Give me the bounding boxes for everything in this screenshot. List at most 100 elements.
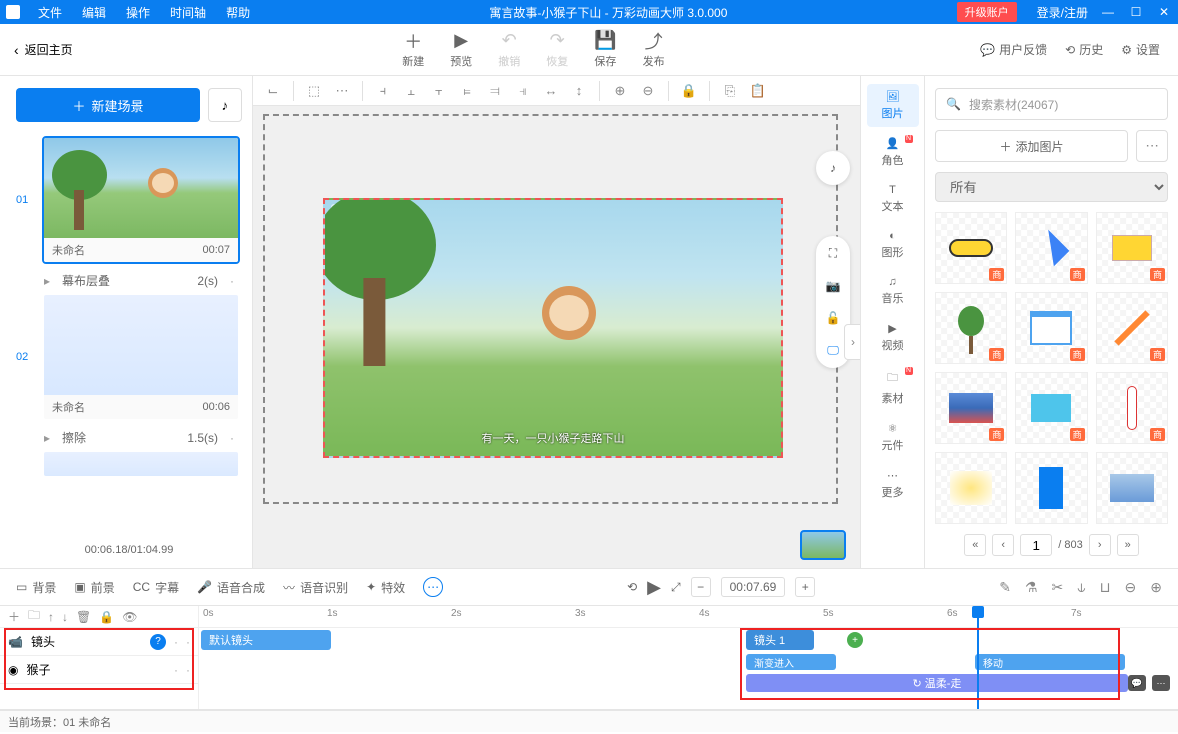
tab-component[interactable]: ⚛元件 (867, 416, 919, 459)
rewind-icon[interactable]: ⟲ (627, 580, 637, 594)
canvas-minimap[interactable] (800, 530, 846, 560)
magnet-icon[interactable]: ⊔ (1100, 579, 1111, 596)
lock-icon[interactable]: 🔒 (99, 610, 114, 624)
collapse-panel-button[interactable]: › (844, 324, 860, 360)
minimize-button[interactable]: — (1100, 4, 1116, 20)
timeline-playhead[interactable] (977, 606, 979, 709)
lock-icon[interactable]: 🔒 (677, 79, 701, 103)
tt-asr[interactable]: 〰语音识别 (283, 579, 348, 596)
scene-thumbnail-3[interactable] (42, 450, 240, 478)
preview-action[interactable]: ▶预览 (450, 31, 472, 69)
asset-item[interactable]: 商 (1096, 372, 1168, 444)
page-first-button[interactable]: « (964, 534, 986, 556)
page-prev-button[interactable]: ‹ (992, 534, 1014, 556)
menu-timeline[interactable]: 时间轴 (160, 4, 216, 21)
transition-1[interactable]: ▸幕布层叠2(s)· (16, 268, 242, 293)
timeline-canvas[interactable]: 0s 1s 2s 3s 4s 5s 6s 7s 默认镜头 镜头 1 + 渐变进入… (198, 606, 1178, 709)
canvas-stage-inner[interactable]: 有一天，一只小猴子走路下山 (323, 198, 783, 458)
close-button[interactable]: ✕ (1156, 4, 1172, 20)
asset-item[interactable] (935, 452, 1007, 524)
asset-search[interactable]: 🔍搜索素材(24067) (935, 88, 1168, 120)
tab-character[interactable]: 👤角色N (867, 131, 919, 174)
menu-file[interactable]: 文件 (28, 4, 72, 21)
cut-icon[interactable]: ✂ (1052, 579, 1064, 596)
add-keyframe-button[interactable]: + (847, 632, 863, 648)
tt-foreground[interactable]: ▣前景 (74, 579, 114, 596)
segment-fade-in[interactable]: 渐变进入 (746, 654, 836, 670)
track-camera[interactable]: 📹 镜头 ? ·· (0, 628, 198, 656)
asset-item[interactable]: 商 (1096, 292, 1168, 364)
add-track-icon[interactable]: ＋ (8, 608, 20, 625)
publish-action[interactable]: ⤴发布 (643, 31, 665, 69)
page-last-button[interactable]: » (1117, 534, 1139, 556)
tt-background[interactable]: ▭背景 (16, 579, 56, 596)
tab-more[interactable]: ⋯更多 (867, 463, 919, 506)
fullscreen-icon[interactable]: ⛶ (829, 246, 837, 261)
tab-shape[interactable]: ◐图形 (867, 224, 919, 266)
menu-help[interactable]: 帮助 (216, 4, 260, 21)
tab-text[interactable]: T文本 (867, 178, 919, 220)
asset-item[interactable] (1096, 452, 1168, 524)
tt-subtitle[interactable]: CC字幕 (133, 579, 179, 596)
asset-item[interactable]: 商 (935, 292, 1007, 364)
align-right-icon[interactable]: ⫟ (427, 79, 451, 103)
zoom-plus-icon[interactable]: ⊕ (1150, 579, 1162, 596)
canvas-music-button[interactable]: ♪ (816, 151, 850, 185)
new-action[interactable]: ＋新建 (402, 31, 424, 69)
tt-effect[interactable]: ✦特效 (366, 579, 405, 596)
feedback-button[interactable]: 💬用户反馈 (980, 41, 1047, 58)
edit-icon[interactable]: ✎ (999, 579, 1011, 596)
timeline-ruler[interactable]: 0s 1s 2s 3s 4s 5s 6s 7s (199, 606, 1178, 628)
save-action[interactable]: 💾保存 (594, 31, 616, 69)
unlock-icon[interactable]: 🔓 (826, 311, 841, 325)
back-home-button[interactable]: ‹ 返回主页 (0, 41, 87, 58)
transition-2[interactable]: ▸擦除1.5(s)· (16, 425, 242, 450)
tab-video[interactable]: ▶视频 (867, 316, 919, 359)
folder-icon[interactable]: 🗀 (28, 606, 40, 627)
canvas-viewport[interactable]: 有一天，一只小猴子走路下山 ♪ ⛶ 📷 🔓 🖵 › (253, 106, 860, 568)
segment-walk[interactable]: ↻ 温柔-走 (746, 674, 1128, 692)
delete-icon[interactable]: 🗑 (76, 610, 91, 624)
down-icon[interactable]: ↓ (62, 610, 68, 624)
up-icon[interactable]: ↑ (48, 610, 54, 624)
align-center-icon[interactable]: ⫠ (399, 79, 423, 103)
asset-item[interactable]: 商 (1015, 292, 1087, 364)
monitor-icon[interactable]: 🖵 (827, 343, 839, 358)
comment-icon[interactable]: 💬 (1128, 675, 1146, 691)
expand-icon[interactable]: ⤢ (671, 580, 681, 595)
scene-music-button[interactable]: ♪ (208, 88, 242, 122)
menu-operate[interactable]: 操作 (116, 4, 160, 21)
segment-camera-1[interactable]: 镜头 1 (746, 630, 814, 650)
tab-image[interactable]: 🖼图片 (867, 84, 919, 127)
asset-item[interactable]: 商 (1015, 372, 1087, 444)
distribute-icon[interactable]: ⋯ (330, 79, 354, 103)
split-icon[interactable]: ⫝ (1077, 579, 1085, 596)
asset-item[interactable]: 商 (935, 372, 1007, 444)
zoom-in-icon[interactable]: ⊕ (608, 79, 632, 103)
tt-more[interactable]: ⋯ (423, 577, 443, 597)
align-top-icon[interactable]: ⫢ (455, 79, 479, 103)
tab-material[interactable]: 🗀素材N (867, 363, 919, 412)
upgrade-button[interactable]: 升级账户 (957, 2, 1017, 22)
segment-move[interactable]: 移动 (975, 654, 1125, 670)
asset-item[interactable]: 商 (1015, 212, 1087, 284)
distribute-h-icon[interactable]: ↔ (539, 79, 563, 103)
asset-item[interactable]: 商 (935, 212, 1007, 284)
help-icon[interactable]: ? (150, 634, 166, 650)
track-monkey[interactable]: ◉ 猴子 ·· (0, 656, 198, 684)
page-input[interactable] (1020, 534, 1052, 556)
menu-edit[interactable]: 编辑 (72, 4, 116, 21)
zoom-out-icon[interactable]: ⊖ (636, 79, 660, 103)
asset-item[interactable] (1015, 452, 1087, 524)
maximize-button[interactable]: ☐ (1128, 4, 1144, 20)
asset-more-button[interactable]: ⋯ (1136, 130, 1168, 162)
add-image-button[interactable]: ＋ 添加图片 (935, 130, 1128, 162)
page-next-button[interactable]: › (1089, 534, 1111, 556)
asset-item[interactable]: 商 (1096, 212, 1168, 284)
eye-icon[interactable]: 👁 (122, 610, 137, 624)
undo-action[interactable]: ↶撤销 (498, 31, 520, 69)
copy-icon[interactable]: ⎘ (718, 79, 742, 103)
tab-music[interactable]: ♫音乐 (867, 270, 919, 312)
tt-tts[interactable]: 🎤语音合成 (197, 579, 265, 596)
play-button[interactable]: ▶ (647, 577, 661, 598)
